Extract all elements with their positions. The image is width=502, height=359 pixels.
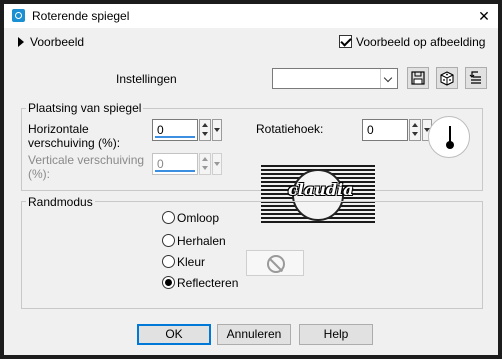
cancel-button[interactable]: Annuleren xyxy=(217,324,291,345)
radio-reflecteren-label[interactable]: Reflecteren xyxy=(177,276,238,290)
horizontal-offset-menu-arrow-icon[interactable] xyxy=(212,119,222,141)
vertical-offset-label: Verticale verschuiving (%): xyxy=(28,153,145,181)
input-focus-underline xyxy=(155,170,195,172)
radio-herhalen[interactable] xyxy=(162,234,175,247)
radio-omloop-label[interactable]: Omloop xyxy=(177,211,219,225)
help-button[interactable]: Help xyxy=(299,324,373,345)
random-dice-icon xyxy=(440,71,454,86)
no-color-icon xyxy=(267,255,285,273)
color-swatch-disabled xyxy=(246,250,304,276)
preview-on-image-label[interactable]: Voorbeeld op afbeelding xyxy=(356,35,485,49)
mirror-placement-group-label: Plaatsing van spiegel xyxy=(26,101,144,115)
vertical-offset-spinner: 0 xyxy=(152,153,222,175)
reset-button[interactable] xyxy=(465,67,487,89)
preview-toggle-label[interactable]: Voorbeeld xyxy=(30,35,84,49)
title-bar: Roterende spiegel ✕ xyxy=(4,4,498,28)
save-preset-icon xyxy=(411,71,425,85)
rotation-angle-label: Rotatiehoek: xyxy=(256,122,324,136)
rotation-angle-input[interactable]: 0 xyxy=(362,119,408,141)
radio-reflecteren[interactable] xyxy=(162,276,175,289)
preview-on-image-checkbox[interactable] xyxy=(339,35,352,48)
expand-preview-arrow-icon[interactable] xyxy=(18,37,24,47)
chevron-down-icon[interactable] xyxy=(380,69,397,88)
watermark-text: claudia xyxy=(288,180,354,199)
vertical-offset-value: 0 xyxy=(157,157,164,171)
horizontal-offset-updown-arrows-icon[interactable] xyxy=(199,119,211,141)
rotation-angle-value: 0 xyxy=(367,123,374,137)
radio-herhalen-label[interactable]: Herhalen xyxy=(177,234,226,248)
vertical-offset-menu-arrow-icon xyxy=(212,153,222,175)
reset-icon xyxy=(469,71,481,84)
radio-kleur-label[interactable]: Kleur xyxy=(177,255,205,269)
vertical-offset-updown-arrows-icon xyxy=(199,153,211,175)
horizontal-offset-spinner[interactable]: 0 xyxy=(152,119,222,141)
settings-label: Instellingen xyxy=(116,72,177,86)
close-button[interactable]: ✕ xyxy=(470,5,498,27)
horizontal-offset-label: Horizontale verschuiving (%): xyxy=(28,122,121,150)
rotation-angle-spinner[interactable]: 0 xyxy=(362,119,432,141)
presets-dropdown[interactable] xyxy=(272,68,398,89)
rotation-dial[interactable] xyxy=(428,116,470,158)
vertical-offset-input: 0 xyxy=(152,153,198,175)
input-focus-underline xyxy=(155,136,195,138)
dial-needle-icon xyxy=(449,126,451,142)
radio-kleur[interactable] xyxy=(162,255,175,268)
window-title: Roterende spiegel xyxy=(32,9,130,23)
app-icon xyxy=(12,9,25,22)
rotation-angle-updown-arrows-icon[interactable] xyxy=(409,119,421,141)
ok-button[interactable]: OK xyxy=(137,324,211,345)
horizontal-offset-input[interactable]: 0 xyxy=(152,119,198,141)
save-preset-button[interactable] xyxy=(407,67,429,89)
edge-mode-group-label: Randmodus xyxy=(26,195,95,209)
radio-omloop[interactable] xyxy=(162,211,175,224)
random-button[interactable] xyxy=(436,67,458,89)
horizontal-offset-value: 0 xyxy=(157,123,164,137)
dial-center-icon xyxy=(446,141,454,149)
